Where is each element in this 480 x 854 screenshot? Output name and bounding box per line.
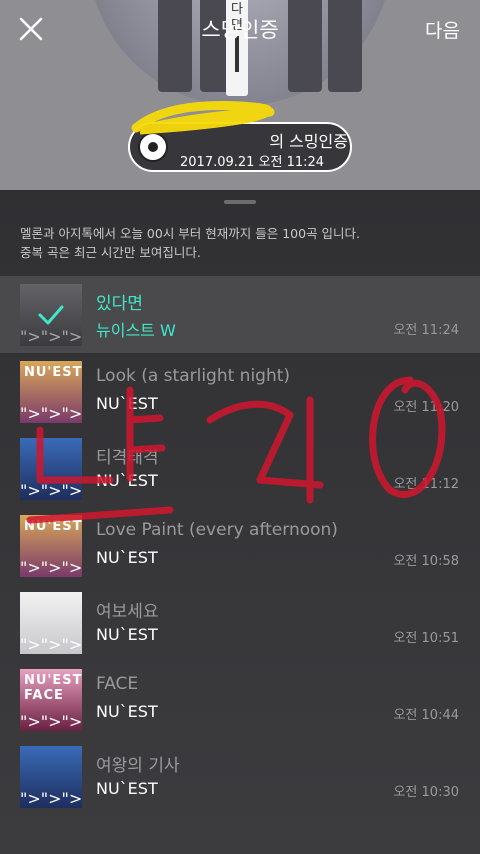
song-title: 티격태격: [96, 448, 159, 468]
page-title: 스밍인증: [201, 18, 279, 42]
song-artist: 뉴이스트 W: [96, 321, 176, 340]
check-icon: [20, 284, 82, 346]
album-thumbnail: ">">">">: [20, 438, 82, 500]
sheet-handle[interactable]: [224, 200, 256, 204]
song-artist: NU`EST: [96, 625, 158, 644]
play-time: 오전 11:12: [393, 477, 459, 492]
notice-text: 멜론과 아지톡에서 오늘 00시 부터 현재까지 들은 100곡 입니다. 중복…: [20, 224, 470, 262]
song-title: Look (a starlight night): [96, 366, 291, 386]
badge-datetime: 2017.09.21 오전 11:24: [180, 155, 325, 170]
album-thumbnail: ">">">">: [20, 592, 82, 654]
disc-icon: [138, 132, 168, 162]
song-row[interactable]: ">">">"> 여왕의 기사 NU`EST 오전 10:30: [0, 738, 480, 815]
song-row[interactable]: ">">">"> 여보세요 NU`EST 오전 10:51: [0, 584, 480, 661]
song-row[interactable]: ">">">"> 티격태격 NU`EST 오전 11:12: [0, 430, 480, 507]
next-button[interactable]: 다음: [425, 16, 460, 43]
play-time: 오전 10:58: [393, 554, 459, 569]
notice-line-2: 중복 곡은 최근 시간만 보여집니다.: [20, 245, 201, 260]
close-button[interactable]: [16, 14, 46, 44]
play-time: 오전 10:44: [393, 708, 459, 723]
song-artist: NU`EST: [96, 548, 158, 567]
play-time: 오전 11:20: [393, 400, 459, 415]
song-artist: NU`EST: [96, 394, 158, 413]
song-artist: NU`EST: [96, 779, 158, 798]
thumb-text: NU'EST: [24, 365, 82, 380]
play-time: 오전 10:51: [393, 631, 459, 646]
album-thumbnail: NU'EST FACE ">">">">: [20, 669, 82, 731]
song-row[interactable]: NU'EST FACE ">">">"> FACE NU`EST 오전 10:4…: [0, 661, 480, 738]
song-title: 있다면: [96, 294, 143, 314]
song-row[interactable]: NU'EST ">">">"> Look (a starlight night)…: [0, 353, 480, 430]
notice-line-1: 멜론과 아지톡에서 오늘 00시 부터 현재까지 들은 100곡 입니다.: [20, 226, 361, 241]
song-artist: NU`EST: [96, 471, 158, 490]
album-thumbnail: NU'EST ">">">">: [20, 515, 82, 577]
song-title: 여보세요: [96, 602, 159, 622]
play-time: 오전 10:30: [393, 785, 459, 800]
song-title: Love Paint (every afternoon): [96, 520, 338, 540]
song-title: 여왕의 기사: [96, 756, 180, 776]
song-row[interactable]: NU'EST ">">">"> Love Paint (every aftern…: [0, 507, 480, 584]
album-thumbnail: ">">">">: [20, 746, 82, 808]
song-list: ">">">"> 있다면 뉴이스트 W 오전 11:24 NU'EST ">">…: [0, 276, 480, 815]
song-title: FACE: [96, 674, 139, 694]
song-artist: NU`EST: [96, 702, 158, 721]
header: 다 면 스밍인증 다음 의 스밍인증 2017.09.21 오전 11:24: [0, 0, 480, 190]
close-icon: [19, 17, 43, 41]
yellow-scribble: [131, 101, 275, 135]
song-row[interactable]: ">">">"> 있다면 뉴이스트 W 오전 11:24: [0, 276, 480, 353]
play-time: 오전 11:24: [393, 323, 459, 338]
album-thumbnail: NU'EST ">">">">: [20, 361, 82, 423]
thumb-text: NU'EST: [24, 519, 82, 534]
